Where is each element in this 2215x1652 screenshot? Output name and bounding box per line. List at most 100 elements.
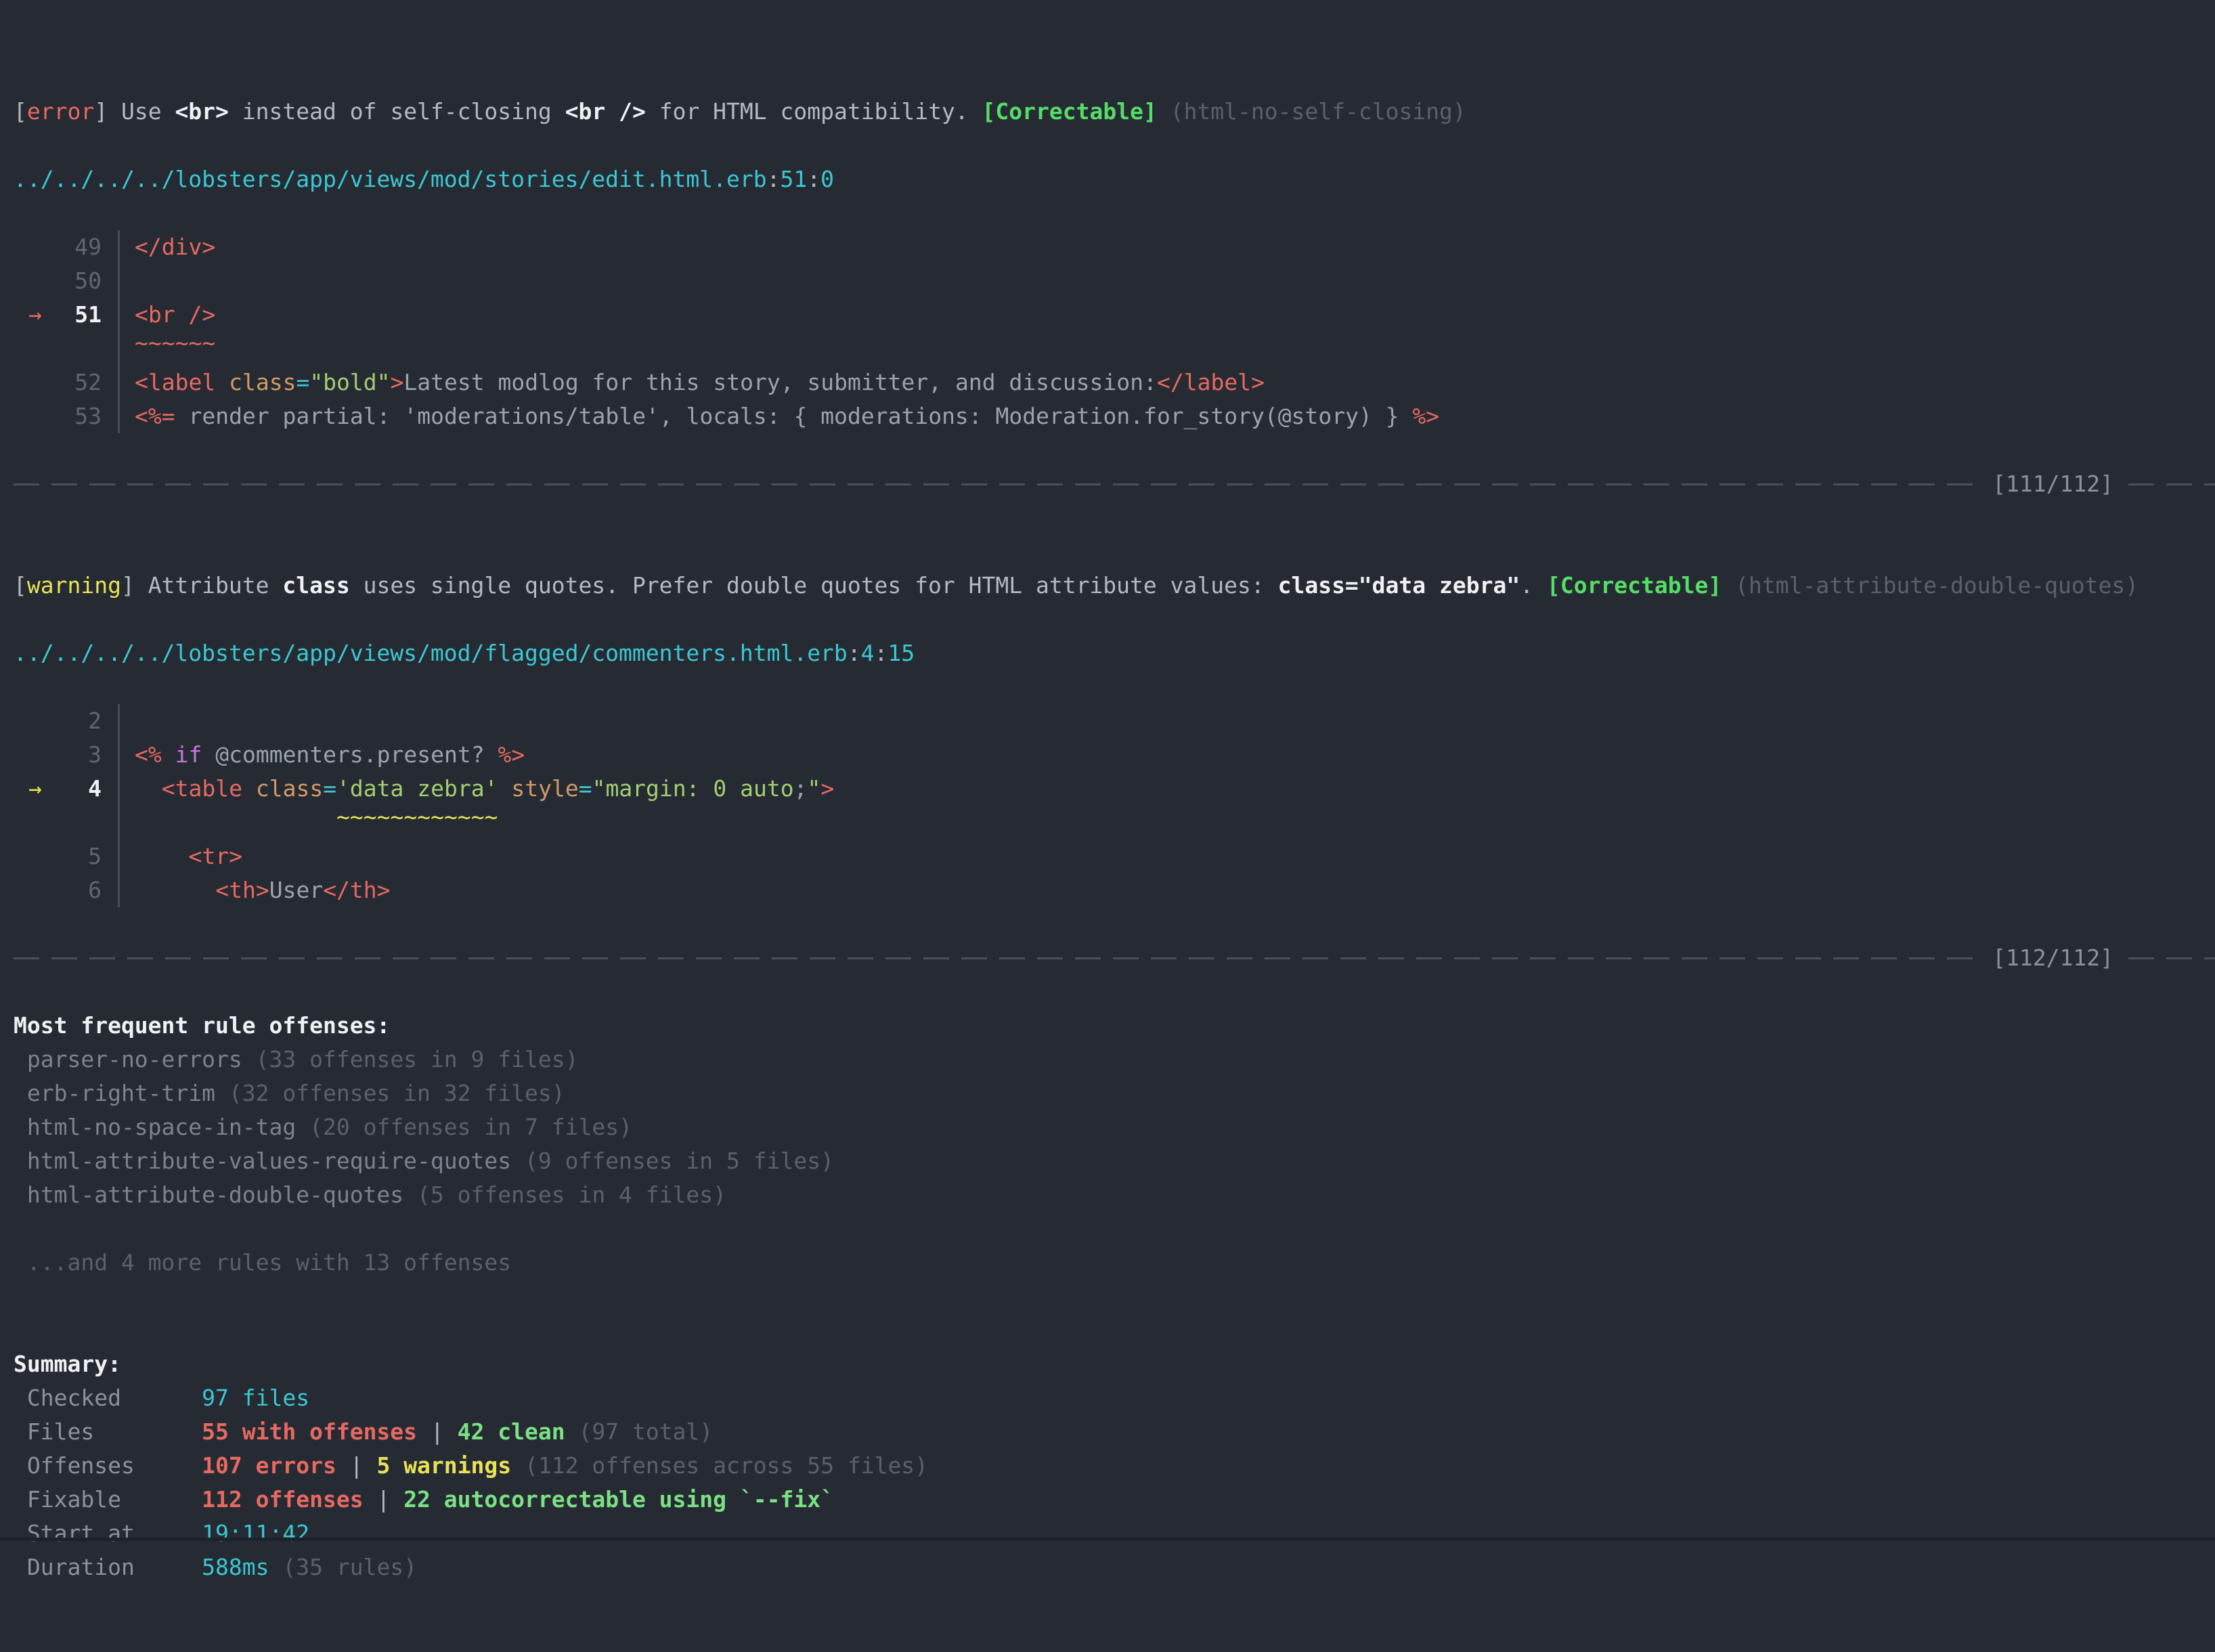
more-rules-note: ...and 4 more rules with 13 offenses (14, 1246, 2215, 1280)
text-segment: ; (794, 775, 808, 802)
blank-line (14, 501, 2215, 535)
text-segment: [Correctable] (982, 98, 1157, 125)
line-number: 51 (74, 298, 102, 332)
line-number: 50 (74, 264, 102, 298)
summary-row-files: Files 55 with offenses | 42 clean (97 to… (14, 1415, 2215, 1449)
line-number: 4 (88, 772, 102, 806)
file-path: ../../../../lobsters/app/views/mod/flagg… (14, 636, 2215, 670)
output-rows: [error] Use <br> instead of self-closing… (14, 95, 2215, 1584)
text-segment: (33 offenses in 9 files) (256, 1046, 579, 1072)
text-segment: Offenses (14, 1452, 202, 1479)
code-text: <% if @commenters.present? %> (118, 738, 2215, 772)
text-segment: 55 with offenses (202, 1418, 417, 1445)
code-line-6: 6 <th>User</th> (14, 873, 2215, 907)
terminal-output: [error] Use <br> instead of self-closing… (0, 0, 2215, 1541)
text-segment (242, 1046, 256, 1072)
text-segment: : (767, 166, 781, 192)
text-segment: User (269, 877, 323, 903)
current-line-arrow-icon: → (28, 772, 42, 806)
code-text: <br /> (118, 298, 2215, 332)
rule-offense-item: html-attribute-values-require-quotes (9 … (14, 1144, 2215, 1178)
text-segment: warning (27, 572, 121, 599)
text-segment: (112 offenses across 55 files) (525, 1452, 928, 1479)
text-segment (215, 369, 229, 395)
text-segment: 'data zebra' (336, 775, 498, 802)
line-number: 3 (88, 738, 102, 772)
text-segment: (html-attribute-double-quotes) (1735, 572, 2139, 599)
summary-row-checked: Checked 97 files (14, 1381, 2215, 1415)
text-segment (511, 1148, 525, 1174)
text-segment (498, 775, 511, 802)
summary-heading: Summary: (14, 1347, 2215, 1381)
text-segment: <br /> (135, 301, 215, 328)
gutter: 3 (14, 738, 118, 772)
gutter: 50 (14, 264, 118, 298)
text-segment: %> (498, 741, 525, 768)
code-text: ~~~~~~ (118, 332, 2215, 366)
text-segment (135, 804, 336, 830)
text-segment (1721, 572, 1735, 599)
blank-line (14, 975, 2215, 1009)
separator-line (14, 483, 1977, 485)
text-segment: 5 warnings (376, 1452, 511, 1479)
text-segment: for HTML compatibility. (646, 98, 982, 125)
gutter (14, 332, 118, 366)
text-segment: > (820, 775, 834, 802)
gutter: →4 (14, 772, 118, 806)
text-segment: render partial: 'moderations/table', loc… (175, 403, 1413, 429)
text-segment: 42 clean (458, 1418, 565, 1445)
text-segment: : (848, 640, 861, 666)
code-text: </div> (118, 230, 2215, 264)
text-segment: [ (14, 572, 27, 599)
rule-offense-item: html-attribute-double-quotes (5 offenses… (14, 1178, 2215, 1212)
text-segment: "bold" (309, 369, 390, 395)
text-segment: | (417, 1418, 458, 1445)
text-segment: 15 (887, 640, 915, 666)
rule-offense-item: parser-no-errors (33 offenses in 9 files… (14, 1043, 2215, 1077)
text-segment: <tr> (188, 843, 242, 869)
text-segment (135, 775, 162, 802)
line-number: 52 (74, 366, 102, 399)
text-segment (162, 741, 175, 768)
text-segment: <th> (215, 877, 269, 903)
text-segment: 107 errors (202, 1452, 336, 1479)
text-segment: [Correctable] (1547, 572, 1721, 599)
blank-line (14, 1280, 2215, 1313)
line-number: 49 (74, 230, 102, 264)
summary-row-start: Start at 19:11:42 (14, 1517, 2215, 1550)
text-segment: (32 offenses in 32 files) (229, 1080, 565, 1106)
text-segment: </label> (1157, 369, 1265, 395)
text-segment: uses single quotes. Prefer double quotes… (350, 572, 1278, 599)
text-segment: ...and 4 more rules with 13 offenses (14, 1249, 511, 1276)
gutter: 49 (14, 230, 118, 264)
text-segment: instead of self-closing (229, 98, 565, 125)
gutter (14, 806, 118, 840)
squiggle-underline: ~~~~~~~~~~~~ (14, 806, 2215, 840)
text-segment (296, 1114, 309, 1140)
text-segment: @commenters.present? (202, 741, 498, 768)
text-segment: Checked (14, 1385, 202, 1411)
blank-line (14, 670, 2215, 704)
offense-counter: [112/112] (1977, 941, 2128, 975)
text-segment: class (256, 775, 323, 802)
summary-row-duration: Duration 588ms (35 rules) (14, 1550, 2215, 1584)
text-segment (135, 877, 215, 903)
blank-line (14, 603, 2215, 636)
text-segment: erb-right-trim (14, 1080, 215, 1106)
bottom-divider (0, 1538, 2215, 1541)
blank-line (14, 1212, 2215, 1246)
squiggle-wrap: ~~~~~~ (135, 326, 215, 360)
text-segment: 19:11:42 (202, 1520, 309, 1546)
text-segment: [ (14, 98, 27, 125)
text-segment: = (579, 775, 592, 802)
warning-message: [warning] Attribute class uses single qu… (14, 569, 2215, 603)
text-segment (1157, 98, 1170, 125)
text-segment: parser-no-errors (14, 1046, 242, 1072)
text-segment: . (1520, 572, 1547, 599)
blank-line (14, 196, 2215, 230)
text-segment: " (807, 775, 820, 802)
current-line-arrow-icon: → (28, 298, 42, 332)
text-segment (135, 843, 188, 869)
code-text (118, 264, 2215, 298)
text-segment: 22 autocorrectable using `--fix` (403, 1486, 834, 1513)
